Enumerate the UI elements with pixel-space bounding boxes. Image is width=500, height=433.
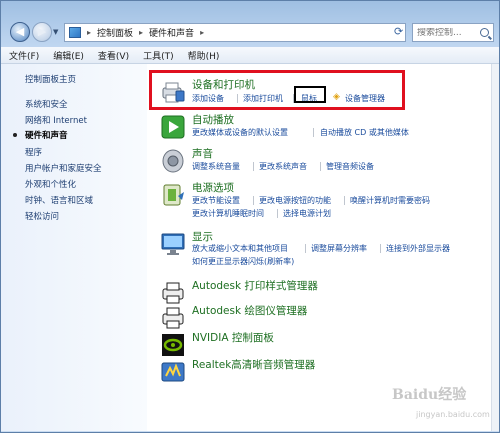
search-input[interactable] [417,27,477,38]
category-title[interactable]: Autodesk 绘图仪管理器 [192,303,307,318]
nvidia-icon [162,334,184,356]
link-divider [253,196,254,205]
link-resolution[interactable]: 调整屏幕分辨率 [311,243,367,254]
plotter-icon [162,307,184,329]
sidebar-item-network[interactable]: 网络和 Internet [25,114,87,126]
autoplay-icon [161,115,185,139]
menu-view[interactable]: 查看(V) [98,49,129,62]
link-wake-password[interactable]: 唤醒计算机时需要密码 [350,195,430,206]
power-options-icon [163,184,184,206]
speaker-icon [162,149,184,173]
refresh-icon[interactable]: ⟳ [394,26,406,38]
link-adjust-volume[interactable]: 调整系统音量 [192,161,240,172]
link-change-sounds[interactable]: 更改系统声音 [259,161,307,172]
category-title[interactable]: Autodesk 打印样式管理器 [192,278,318,293]
sidebar-item-hardware-sound[interactable]: 硬件和声音 [25,129,68,141]
breadcrumb-hardware-sound[interactable]: 硬件和声音 [149,26,194,39]
menu-help[interactable]: 帮助(H) [188,49,220,62]
watermark-url: jingyan.baidu.com [416,410,490,419]
menu-edit[interactable]: 编辑(E) [53,49,84,62]
forward-button[interactable]: ▶ [32,22,52,42]
link-power-saving[interactable]: 更改节能设置 [192,195,240,206]
link-power-plan[interactable]: 选择电源计划 [283,208,331,219]
category-title[interactable]: NVIDIA 控制面板 [192,330,274,345]
link-divider [380,244,381,253]
link-power-button[interactable]: 更改电源按钮的功能 [259,195,331,206]
link-divider [320,162,321,171]
link-divider [344,196,345,205]
mouse-highlight-box [294,86,326,103]
sidebar-item-programs[interactable]: 程序 [25,146,42,158]
link-sleep-time[interactable]: 更改计算机睡眠时间 [192,208,264,219]
link-divider [277,209,278,218]
link-divider [253,162,254,171]
recent-pages-dropdown[interactable]: ▼ [53,28,58,36]
active-bullet-icon [13,133,17,137]
search-icon[interactable] [480,28,489,37]
link-divider [305,244,306,253]
plot-style-printer-icon [162,282,184,304]
category-title[interactable]: 电源选项 [192,180,234,195]
link-manage-audio[interactable]: 管理音频设备 [326,161,374,172]
address-bar[interactable]: ▸ 控制面板 ▸ 硬件和声音 ▸ [64,23,406,42]
control-panel-icon [69,27,81,38]
monitor-icon [161,233,185,255]
link-text-size[interactable]: 放大或缩小文本和其他项目 [192,243,288,254]
link-external-display[interactable]: 连接到外部显示器 [386,243,450,254]
realtek-audio-icon [161,362,185,382]
menu-bar: 文件(F) 编辑(E) 查看(V) 工具(T) 帮助(H) [1,47,499,64]
link-autoplay-cd[interactable]: 自动播放 CD 或其他媒体 [320,127,409,138]
highlight-box [149,70,405,110]
category-title[interactable]: 显示 [192,229,213,244]
watermark-logo: Baidu经验 [392,387,467,403]
category-title[interactable]: Realtek高清晰音频管理器 [192,357,315,372]
sidebar-item-user-accounts[interactable]: 用户帐户和家庭安全 [25,162,102,174]
link-media-default[interactable]: 更改媒体或设备的默认设置 [192,127,288,138]
navigation-bar: ◀ ▶ ▼ ▸ 控制面板 ▸ 硬件和声音 ▸ ⟳ [4,20,496,44]
sidebar-item-home[interactable]: 控制面板主页 [25,73,76,85]
category-title[interactable]: 自动播放 [192,112,234,127]
link-flicker[interactable]: 如何更正显示器闪烁(刷新率) [192,256,294,267]
vertical-scrollbar[interactable] [491,64,499,431]
chevron-right-icon: ▸ [200,28,205,37]
sidebar-item-clock-region[interactable]: 时钟、语言和区域 [25,194,93,206]
sidebar-item-ease-of-access[interactable]: 轻松访问 [25,210,59,222]
menu-tools[interactable]: 工具(T) [143,49,174,62]
category-title[interactable]: 声音 [192,146,213,161]
sidebar: 控制面板主页 系统和安全 网络和 Internet 硬件和声音 程序 用户帐户和… [1,64,147,431]
chevron-right-icon: ▸ [87,28,92,37]
search-box[interactable] [412,23,494,42]
breadcrumb-control-panel[interactable]: 控制面板 [97,26,133,39]
sidebar-item-appearance[interactable]: 外观和个性化 [25,178,76,190]
chevron-right-icon: ▸ [139,28,144,37]
link-divider [313,128,314,137]
menu-file[interactable]: 文件(F) [9,49,39,62]
sidebar-item-system-security[interactable]: 系统和安全 [25,98,68,110]
back-button[interactable]: ◀ [10,22,30,42]
